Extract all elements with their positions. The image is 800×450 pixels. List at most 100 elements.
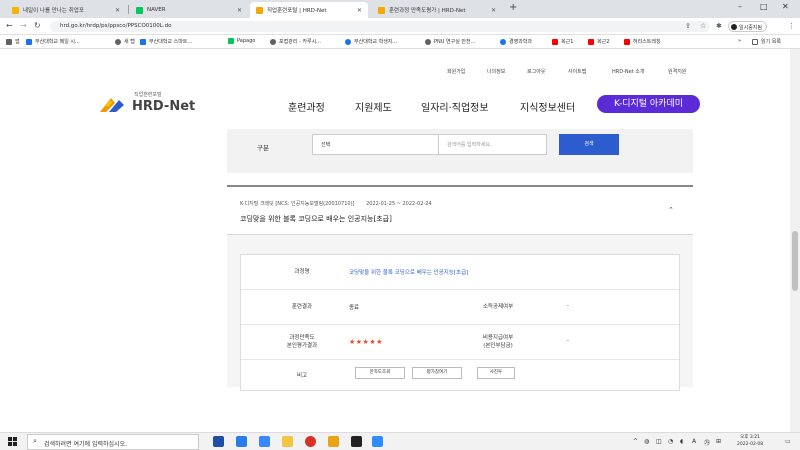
tray-app-icon[interactable]: ◍ [644,438,649,445]
browser-tab-active[interactable]: 직업훈련포털 | HRD-Net ✕ [250,2,368,18]
share-icon[interactable]: ⇪ [685,22,691,30]
scrollbar-thumb[interactable] [792,231,798,291]
tab-favicon-icon [256,6,263,14]
tray-keyboard-icon[interactable]: ⊞ [716,438,721,445]
file-explorer-icon[interactable] [282,436,293,447]
edge-icon[interactable] [236,436,247,447]
bookmark-item[interactable]: 복근2 [588,38,609,45]
tab-favicon-icon [378,6,385,14]
new-tab-button[interactable]: + [509,2,517,13]
nav-training[interactable]: 훈련과정 [288,99,325,114]
bookmark-label: 복근1 [561,39,574,45]
bookmark-item[interactable]: 복근1 [552,38,573,45]
close-window-button[interactable]: ✕ [782,2,789,11]
task-view-icon[interactable] [213,436,224,447]
search-placeholder: 검색어를 입력하세요. [447,142,492,148]
bookmark-item[interactable]: 부산대학교 스마트... [140,38,192,45]
nav-jobs[interactable]: 일자리·직업정보 [421,99,489,114]
extensions-icon[interactable]: ✱ [716,22,722,30]
store-icon[interactable] [259,436,270,447]
util-link-about[interactable]: HRD-Net 소개 [612,68,644,75]
hrd-net-logo[interactable]: 직업훈련포털 HRD-Net [97,89,207,119]
volume-icon[interactable]: ◖ [680,438,683,445]
browser-menu-icon[interactable]: ⋮ [788,22,795,30]
notification-icon[interactable]: ▭ [785,438,791,445]
terminal-icon[interactable] [351,436,362,447]
bookmark-label: 부산대학교 학생지... [354,39,398,45]
close-tab-icon[interactable]: ✕ [357,7,362,14]
bookmark-item[interactable]: 포접관리 - 카루시... [270,38,321,45]
nav-k-digital-academy[interactable]: K-디지털 아카데미 [597,95,700,113]
tab-title: NAVER [147,7,166,13]
nav-knowledge[interactable]: 지식정보센터 [520,99,575,114]
zoom-icon[interactable] [372,436,383,447]
bookmark-item[interactable]: PNU 연구실 안전... [425,38,475,45]
reading-list-label: 읽기 목록 [761,39,781,45]
search-icon: ⌕ [33,437,37,445]
reading-list-button[interactable]: 읽기 목록 [752,38,781,45]
tray-lang-indicator[interactable]: A [692,438,696,445]
tray-ime-icon[interactable]: ㉮ [704,438,710,447]
chevron-up-icon[interactable]: ⌃ [668,206,674,214]
clock-time: 오후 3:21 [740,435,760,440]
evaluation-button[interactable]: 평가참여기 [412,367,462,379]
taskbar-search-input[interactable]: ⌕ 검색하려면 여기에 입력하십시오. [27,434,199,450]
course-name-link[interactable]: 코딩맞을 위한 블록 코딩으로 배우는 인공지능[초급] [349,268,468,276]
bookmarks-bar: 앱 부산대학교 메일 시... 새 탭 부산대학교 스마트... Papago … [0,35,800,49]
util-link-sitemap[interactable]: 사이트맵 [568,68,586,75]
bookmark-item[interactable]: 앱 [6,38,20,45]
bookmark-item[interactable]: 새 탭 [115,38,135,45]
reload-icon[interactable]: ↻ [34,21,41,30]
table-row: 과정만족도 본인평가결과 ★★★★★ 비용지급여부 (본인부담금) - [241,325,679,360]
profile-button[interactable]: 일시중지됨 [728,21,768,32]
back-arrow-icon[interactable]: ← [6,21,13,30]
app-icon[interactable] [328,436,339,447]
rating-stars: ★★★★★ [349,338,383,346]
maximize-button[interactable]: □ [760,2,768,11]
util-link-signup[interactable]: 회원가입 [447,68,465,75]
search-button[interactable]: 검색 [559,134,619,155]
logo-mark-icon [100,98,124,112]
other-bookmarks-button[interactable]: » [738,38,741,44]
util-link-myinfo[interactable]: 나의정보 [487,68,505,75]
wifi-icon[interactable]: ◔ [668,438,673,445]
satisfaction-view-button[interactable]: 만족도조회 [355,367,405,379]
browser-tab[interactable]: NAVER ✕ [130,2,248,18]
browser-tab[interactable]: 내일이 나를 만나는 취업포 ✕ [6,2,126,18]
bookmark-item[interactable]: Papago [228,38,255,44]
nav-support[interactable]: 지원제도 [355,99,392,114]
url-field[interactable]: hrd.go.kr/hrdp/ps/ppsco/PPSCO0100L.do [50,21,710,32]
chrome-icon[interactable] [305,436,316,447]
close-tab-icon[interactable]: ✕ [115,7,120,14]
windows-taskbar: ⌕ 검색하려면 여기에 입력하십시오. ^ ◍ ◫ ◔ ◖ A ㉮ ⊞ 오후 3… [0,432,800,450]
reading-list-icon [752,38,758,45]
category-select-value: 선택 [321,142,331,148]
close-tab-icon[interactable]: ✕ [491,7,496,14]
bookmark-star-icon[interactable]: ☆ [700,22,706,30]
photo-button[interactable]: 사진투 [477,367,515,379]
web-page: 회원가입 나의정보 로그아웃 사이트맵 HRD-Net 소개 원격지원 직업훈련… [0,49,790,432]
minimize-button[interactable]: – [738,2,742,11]
windows-start-icon[interactable] [8,437,17,446]
page-scrollbar[interactable] [790,49,800,432]
bookmark-item[interactable]: 허리스트레칭 [624,38,661,45]
youtube-icon [624,38,630,45]
search-input[interactable]: 검색어를 입력하세요. [438,134,547,155]
tray-network-icon[interactable]: ◫ [656,438,662,445]
close-tab-icon[interactable]: ✕ [237,7,242,14]
browser-tab[interactable]: 훈련과정 만족도평가 | HRD-Net ✕ [372,2,502,18]
util-link-remote[interactable]: 원격지원 [668,68,686,75]
course-title[interactable]: 코딩맞을 위한 블록 코딩으로 배우는 인공지능[초급] [240,214,392,224]
category-select[interactable]: 선택 ⌄ [312,134,452,155]
bookmark-item[interactable]: 경영과학과 [500,38,532,45]
apps-grid-icon [6,38,12,45]
chevron-right-icon: » [738,38,742,44]
forward-arrow-icon[interactable]: → [20,21,27,30]
course-dates: 2022-01-25 ~ 2022-02-24 [366,201,432,207]
tray-overflow-icon[interactable]: ^ [633,438,638,445]
bookmark-item[interactable]: 부산대학교 학생지... [345,38,397,45]
util-link-logout[interactable]: 로그아웃 [527,68,545,75]
remark-label: 비고 [296,373,308,379]
bookmark-item[interactable]: 부산대학교 메일 시... [26,38,80,45]
taskbar-clock[interactable]: 오후 3:21 2022-02-08 [737,435,763,448]
